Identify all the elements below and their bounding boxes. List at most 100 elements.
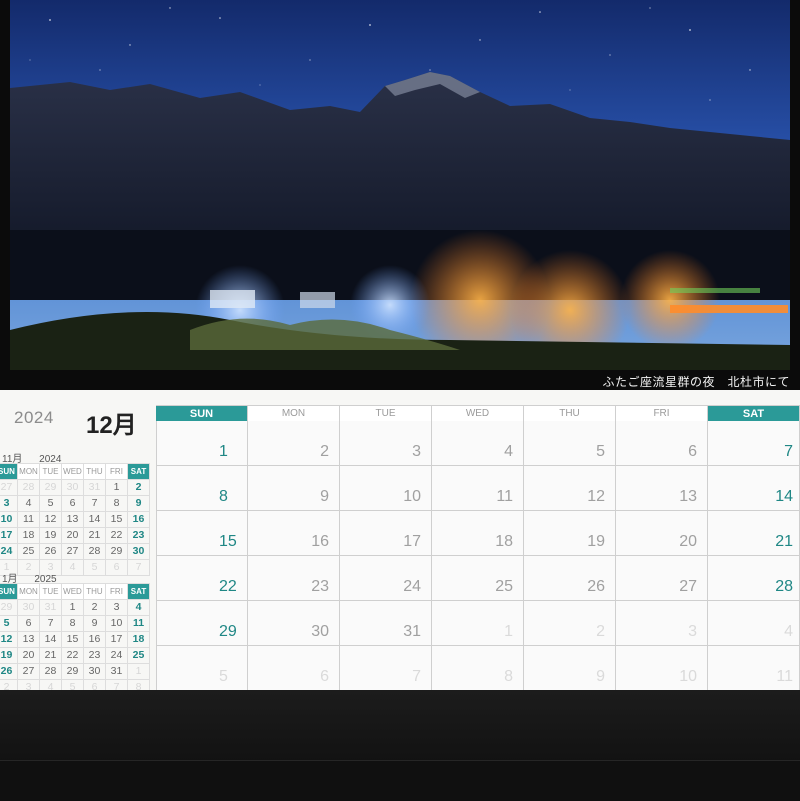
- mini-day: 8: [62, 616, 84, 632]
- mini-day: 17: [106, 632, 128, 648]
- mini-day: 12: [0, 632, 18, 648]
- calendar-year: 2024: [14, 408, 54, 427]
- day-number: 11: [496, 488, 513, 505]
- mini-day: 25: [128, 648, 150, 664]
- mini-weekday-sun: SUN: [0, 463, 18, 480]
- mini-weekday-mon: MON: [18, 583, 40, 600]
- day-number: 6: [688, 443, 697, 460]
- day-cell: 24: [340, 556, 432, 601]
- day-number: 15: [219, 533, 237, 550]
- mini-day: 30: [84, 664, 106, 680]
- day-number: 3: [412, 443, 421, 460]
- mini-day: 22: [106, 528, 128, 544]
- weekday-tue: TUE: [340, 405, 432, 422]
- mini-day: 28: [18, 480, 40, 496]
- day-number: 2: [320, 443, 329, 460]
- mini-day: 26: [0, 664, 18, 680]
- mini-weekday-sun: SUN: [0, 583, 18, 600]
- day-number: 2: [596, 623, 605, 640]
- mini-day: 18: [128, 632, 150, 648]
- mini-day: 18: [18, 528, 40, 544]
- stand-edge: [0, 760, 800, 801]
- main-calendar: SUN MON TUE WED THU FRI SAT 1 2 3 4 5 6 7 8 9 10 11 12 13 1…: [156, 405, 800, 691]
- mini-day: 11: [128, 616, 150, 632]
- day-number: 9: [320, 488, 329, 505]
- day-number: 17: [403, 533, 421, 550]
- mini-day: 28: [84, 544, 106, 560]
- mini-day: 31: [84, 480, 106, 496]
- mini-day: 6: [18, 616, 40, 632]
- weekday-mon: MON: [248, 405, 340, 422]
- mini-weekday-tue: TUE: [40, 463, 62, 480]
- day-number: 9: [596, 668, 605, 685]
- day-cell: 3: [616, 601, 708, 646]
- mini-day: 24: [0, 544, 18, 560]
- day-number: 26: [587, 578, 605, 595]
- mini-day: 26: [40, 544, 62, 560]
- mini-weekday-tue: TUE: [40, 583, 62, 600]
- weekday-fri: FRI: [616, 405, 708, 422]
- weekday-sun: SUN: [156, 405, 248, 422]
- day-cell: 10: [340, 466, 432, 511]
- day-cell: 10: [616, 646, 708, 691]
- day-cell: 1: [432, 601, 524, 646]
- mini-calendar-prev: SUN MON TUE WED THU FRI SAT 27 28 29 30 31 1 2 3 4 5 6 7 8 9…: [0, 463, 150, 576]
- day-number: 1: [504, 623, 513, 640]
- day-number: 27: [679, 578, 697, 595]
- day-cell: 6: [248, 646, 340, 691]
- mini-day: 29: [40, 480, 62, 496]
- mini-day: 9: [84, 616, 106, 632]
- mini-weekday-wed: WED: [62, 463, 84, 480]
- day-cell: 11: [708, 646, 800, 691]
- mini-day: 30: [128, 544, 150, 560]
- day-number: 14: [775, 488, 793, 505]
- day-cell: 22: [156, 556, 248, 601]
- day-number: 8: [219, 488, 228, 505]
- mini-day: 31: [40, 600, 62, 616]
- mini-day: 6: [106, 560, 128, 576]
- mini-day: 9: [128, 496, 150, 512]
- mini-weekday-mon: MON: [18, 463, 40, 480]
- day-number: 16: [311, 533, 329, 550]
- day-cell: 11: [432, 466, 524, 511]
- day-number: 29: [219, 623, 237, 640]
- day-cell: 25: [432, 556, 524, 601]
- mini-day: 21: [40, 648, 62, 664]
- mini-day: 6: [62, 496, 84, 512]
- mini-day: 29: [106, 544, 128, 560]
- day-number: 7: [412, 668, 421, 685]
- mini-day: 13: [62, 512, 84, 528]
- mini-weekday-thu: THU: [84, 463, 106, 480]
- mini-weekday-fri: FRI: [106, 463, 128, 480]
- mini-day: 8: [106, 496, 128, 512]
- mini-weekday-fri: FRI: [106, 583, 128, 600]
- day-cell: 8: [432, 646, 524, 691]
- day-cell: 13: [616, 466, 708, 511]
- day-number: 10: [403, 488, 421, 505]
- day-cell: 30: [248, 601, 340, 646]
- mini-weekday-sat: SAT: [128, 583, 150, 600]
- day-cell: 26: [524, 556, 616, 601]
- mini-day: 29: [0, 600, 18, 616]
- mini-day: 24: [106, 648, 128, 664]
- mini-day: 30: [62, 480, 84, 496]
- day-cell: 5: [524, 421, 616, 466]
- weekday-header: SUN MON TUE WED THU FRI SAT: [156, 405, 800, 422]
- mini-day: 17: [0, 528, 18, 544]
- weekday-sat: SAT: [708, 405, 800, 422]
- day-number: 19: [587, 533, 605, 550]
- day-cell: 2: [524, 601, 616, 646]
- mini-day: 20: [62, 528, 84, 544]
- day-cell: 7: [340, 646, 432, 691]
- mini-day: 3: [106, 600, 128, 616]
- calendar-month: 12月: [86, 412, 137, 439]
- mini-day: 21: [84, 528, 106, 544]
- day-number: 21: [775, 533, 793, 550]
- photo-caption: ふたご座流星群の夜 北杜市にて: [602, 375, 790, 389]
- mini-day: 12: [40, 512, 62, 528]
- day-cell: 1: [156, 421, 248, 466]
- day-cell: 4: [432, 421, 524, 466]
- mini-day: 22: [62, 648, 84, 664]
- mini-day: 5: [0, 616, 18, 632]
- mini-weekday-thu: THU: [84, 583, 106, 600]
